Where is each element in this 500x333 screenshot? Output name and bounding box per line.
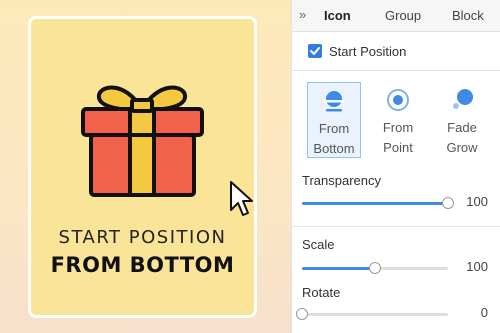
tab-icon[interactable]: Icon bbox=[324, 8, 351, 23]
fade-grow-icon bbox=[453, 89, 473, 109]
option-fade-grow[interactable]: Fade Grow bbox=[435, 82, 489, 158]
tab-bar: » Icon Group Block bbox=[292, 0, 500, 32]
scale-label: Scale bbox=[302, 237, 335, 252]
canvas: START POSITION FROM BOTTOM bbox=[0, 0, 291, 333]
slider-fill bbox=[302, 267, 375, 270]
option-label-line2: Bottom bbox=[313, 141, 355, 156]
rotate-label: Rotate bbox=[302, 285, 341, 300]
caption-title: FROM BOTTOM bbox=[50, 253, 235, 277]
slider-handle[interactable] bbox=[369, 262, 381, 274]
gift-icon bbox=[81, 85, 204, 197]
rotate-value: 0 bbox=[480, 305, 488, 320]
tab-group[interactable]: Group bbox=[385, 8, 421, 23]
slider-handle[interactable] bbox=[296, 308, 308, 320]
option-label-line1: From bbox=[318, 121, 350, 136]
scale-value: 100 bbox=[466, 259, 488, 274]
checkmark-icon bbox=[310, 47, 320, 55]
slider-fill bbox=[302, 202, 448, 205]
tab-block[interactable]: Block bbox=[452, 8, 484, 23]
collapse-panel-icon[interactable]: » bbox=[299, 7, 306, 22]
from-bottom-icon bbox=[324, 91, 344, 112]
scale-slider[interactable] bbox=[302, 262, 448, 274]
properties-panel: » Icon Group Block Start Position From B… bbox=[291, 0, 500, 333]
divider bbox=[292, 70, 500, 71]
caption-subtitle: START POSITION bbox=[58, 227, 227, 248]
option-label-line2: Grow bbox=[446, 140, 478, 155]
transparency-slider[interactable] bbox=[302, 197, 454, 209]
start-position-checkbox[interactable] bbox=[308, 44, 322, 58]
from-point-icon bbox=[387, 89, 409, 111]
divider bbox=[292, 226, 500, 227]
rotate-slider[interactable] bbox=[296, 308, 448, 320]
option-label-line1: From bbox=[382, 120, 414, 135]
option-label-line1: Fade bbox=[447, 120, 477, 135]
option-label-line2: Point bbox=[383, 140, 413, 155]
option-from-bottom[interactable]: From Bottom bbox=[307, 82, 361, 158]
mouse-cursor-icon bbox=[230, 181, 253, 216]
transparency-label: Transparency bbox=[302, 173, 381, 188]
start-position-label: Start Position bbox=[329, 44, 407, 59]
option-from-point[interactable]: From Point bbox=[371, 82, 425, 158]
transparency-value: 100 bbox=[466, 194, 488, 209]
preview-card[interactable]: START POSITION FROM BOTTOM bbox=[28, 16, 257, 318]
